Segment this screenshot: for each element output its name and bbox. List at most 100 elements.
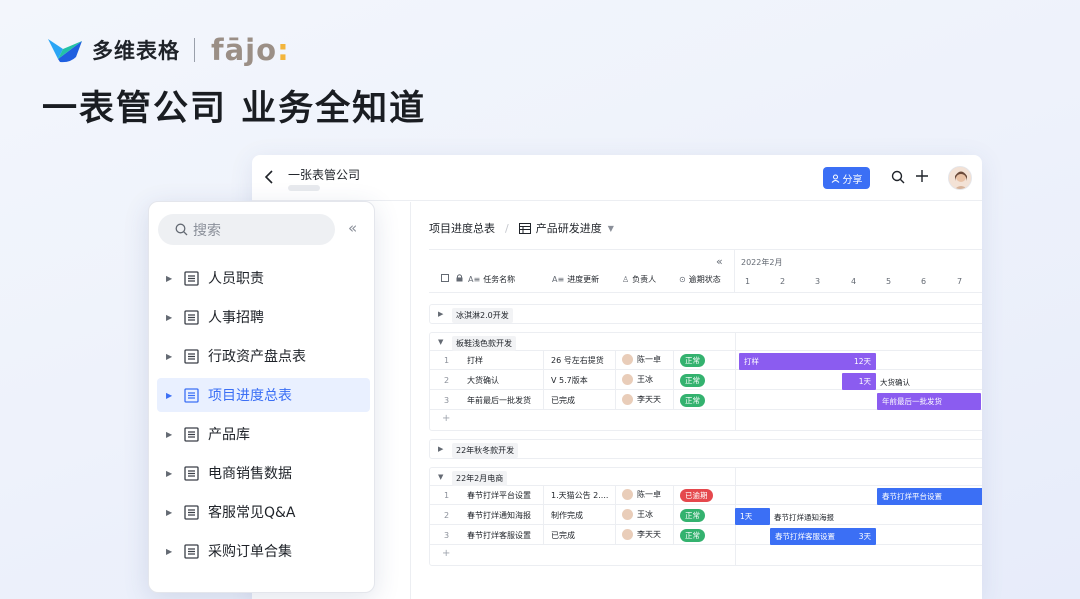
task-name[interactable]: 打样: [467, 355, 483, 366]
sidebar-item-project-progress[interactable]: ▶ 项目进度总表: [157, 378, 370, 412]
column-header-status[interactable]: ⊙ 逾期状态: [679, 274, 721, 285]
owner-cell[interactable]: 王冰: [622, 374, 653, 385]
search-icon[interactable]: [890, 169, 906, 185]
avatar: [622, 489, 633, 500]
gantt-day: 6: [921, 277, 927, 286]
status-badge: 正常: [680, 354, 705, 367]
owner-cell[interactable]: 王冰: [622, 509, 653, 520]
user-avatar[interactable]: [948, 166, 972, 190]
task-name[interactable]: 春节打烊客服设置: [467, 530, 531, 541]
breadcrumb-separator: /: [505, 221, 509, 235]
sidebar-item-personnel[interactable]: ▶ 人员职责: [157, 261, 370, 295]
sidebar-item-purchase-orders[interactable]: ▶ 采购订单合集: [157, 534, 370, 568]
user-icon: [831, 174, 839, 183]
expand-icon[interactable]: ▶: [166, 352, 178, 361]
expand-icon[interactable]: ▶: [438, 445, 443, 453]
task-name[interactable]: 大货确认: [467, 375, 499, 386]
group-row[interactable]: ▼ 板鞋浅色款开发: [430, 333, 982, 351]
back-icon[interactable]: [262, 168, 276, 186]
table-row[interactable]: 1 打样 26 号左右提货 陈一卓 正常: [430, 351, 982, 370]
sidebar: 搜索 « ▶ 人员职责 ▶ 人事招聘 ▶ 行政资产盘点表 ▶ 项目进度总表 ▶ …: [148, 201, 375, 593]
collapse-sidebar-icon[interactable]: «: [348, 219, 357, 237]
expand-icon[interactable]: ▶: [166, 508, 178, 517]
gantt-grid: A≡ 任务名称 A≡ 进度更新 ♙ 负责人 ⊙ 逾期状态 « 2022年2月 1 2 3…: [429, 249, 982, 599]
group-label: 冰淇淋2.0开发: [452, 308, 513, 323]
sidebar-item-products[interactable]: ▶ 产品库: [157, 417, 370, 451]
avatar: [622, 529, 633, 540]
owner-cell[interactable]: 陈一卓: [622, 354, 661, 365]
gantt-bar[interactable]: 1天: [842, 373, 876, 390]
add-icon[interactable]: [914, 168, 930, 184]
progress-text[interactable]: V 5.7版本: [551, 375, 615, 386]
expand-icon[interactable]: ▶: [166, 430, 178, 439]
task-name[interactable]: 年前最后一批发货: [467, 395, 531, 406]
lock-icon: [456, 274, 463, 282]
search-input[interactable]: 搜索: [158, 214, 335, 245]
gantt-bar[interactable]: 春节打烊客服设置 3天: [770, 528, 876, 545]
share-button[interactable]: 分享: [823, 167, 870, 189]
sidebar-item-customer-service-qa[interactable]: ▶ 客服常见Q&A: [157, 495, 370, 529]
gantt-bar-label: 春节打烊通知海报: [774, 513, 834, 522]
progress-text[interactable]: 已完成: [551, 530, 615, 541]
group-row[interactable]: ▼ 22年2月电商: [430, 468, 982, 486]
view-selector[interactable]: 产品研发进度: [536, 220, 602, 236]
column-header-owner[interactable]: ♙ 负责人: [622, 274, 656, 285]
progress-text[interactable]: 制作完成: [551, 510, 615, 521]
chevron-down-icon[interactable]: ▼: [608, 224, 614, 233]
gantt-header: 2022年2月 1 2 3 4 5 6 7: [734, 249, 982, 293]
gantt-bar[interactable]: 打样 12天: [739, 353, 876, 370]
collapse-icon[interactable]: ▼: [438, 473, 443, 481]
add-row-button[interactable]: +: [442, 413, 450, 424]
app-logo-icon: [48, 39, 82, 63]
brand-divider: [194, 38, 195, 62]
row-number: 1: [444, 356, 450, 365]
group-row[interactable]: ▶ 冰淇淋2.0开发: [429, 304, 982, 324]
sidebar-item-recruiting[interactable]: ▶ 人事招聘: [157, 300, 370, 334]
sidebar-item-ecommerce-sales[interactable]: ▶ 电商销售数据: [157, 456, 370, 490]
gantt-day: 1: [745, 277, 751, 286]
group-label: 22年2月电商: [452, 471, 508, 486]
task-name[interactable]: 春节打烊通知海报: [467, 510, 531, 521]
expand-icon[interactable]: ▶: [166, 313, 178, 322]
view-bar: 项目进度总表 / 产品研发进度 ▼: [429, 220, 614, 236]
expand-icon[interactable]: ▶: [166, 469, 178, 478]
avatar: [622, 509, 633, 520]
collapse-icon[interactable]: ▼: [438, 338, 443, 346]
headline: 一表管公司 业务全知道: [42, 89, 427, 129]
row-number: 3: [444, 531, 450, 540]
table-icon: [184, 309, 199, 325]
grid-header: A≡ 任务名称 A≡ 进度更新 ♙ 负责人 ⊙ 逾期状态 «: [429, 249, 734, 293]
gantt-day: 5: [886, 277, 892, 286]
avatar: [622, 354, 633, 365]
gantt-bar[interactable]: 春节打烊平台设置: [877, 488, 982, 505]
task-name[interactable]: 春节打烊平台设置: [467, 490, 531, 501]
expand-icon[interactable]: ▶: [166, 547, 178, 556]
gantt-day: 2: [780, 277, 786, 286]
column-header-progress[interactable]: A≡ 进度更新: [552, 274, 599, 285]
progress-text[interactable]: 已完成: [551, 395, 615, 406]
row-number: 3: [444, 396, 450, 405]
gantt-bar[interactable]: 年前最后一批发货: [877, 393, 981, 410]
avatar: [622, 374, 633, 385]
collapse-left-icon[interactable]: «: [716, 255, 723, 268]
table-name[interactable]: 项目进度总表: [429, 220, 495, 236]
top-bar: 一张表管公司 分享: [252, 155, 982, 201]
expand-icon[interactable]: ▶: [438, 310, 443, 318]
table-row[interactable]: 2 春节打烊通知海报 制作完成 王冰 正常: [430, 506, 982, 525]
column-header-task[interactable]: A≡ 任务名称: [468, 274, 515, 285]
gantt-bar[interactable]: 1天: [735, 508, 770, 525]
owner-cell[interactable]: 陈一卓: [622, 489, 661, 500]
progress-text[interactable]: 26 号左右提货: [551, 355, 615, 366]
group-row[interactable]: ▶ 22年秋冬款开发: [429, 439, 982, 459]
expand-icon[interactable]: ▶: [166, 274, 178, 283]
owner-cell[interactable]: 李天天: [622, 529, 661, 540]
select-all-checkbox[interactable]: [441, 274, 449, 282]
progress-text[interactable]: 1.天猫公告 2....: [551, 490, 615, 501]
sidebar-item-assets[interactable]: ▶ 行政资产盘点表: [157, 339, 370, 373]
expand-icon[interactable]: ▶: [166, 391, 178, 400]
owner-cell[interactable]: 李天天: [622, 394, 661, 405]
brand-name: 多维表格: [92, 39, 180, 63]
add-row-button[interactable]: +: [442, 548, 450, 559]
table-row[interactable]: 3 春节打烊客服设置 已完成 李天天 正常: [430, 526, 982, 545]
table-icon: [184, 348, 199, 364]
